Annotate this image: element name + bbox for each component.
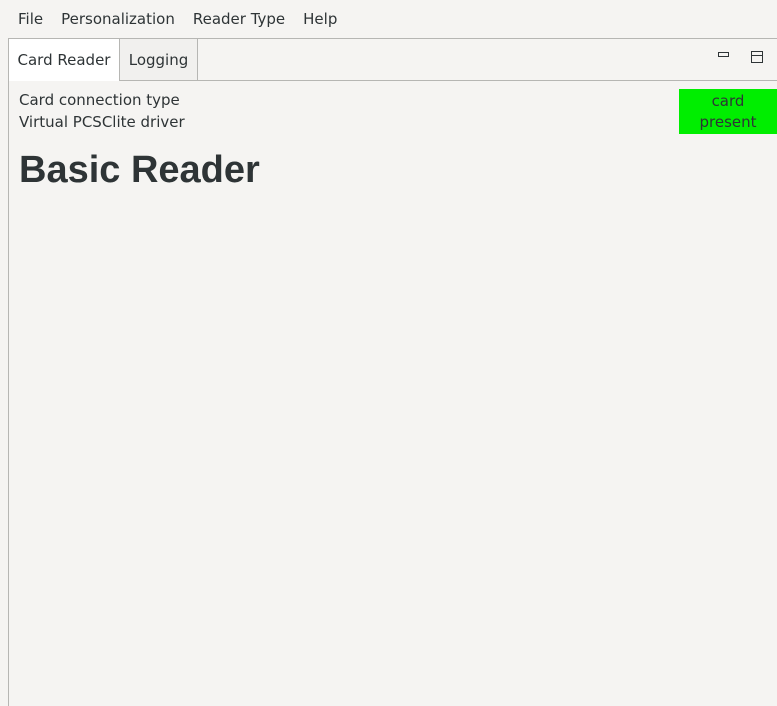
menu-reader-type[interactable]: Reader Type: [185, 0, 295, 38]
page-title: Basic Reader: [19, 149, 260, 191]
tab-card-reader[interactable]: Card Reader: [8, 39, 120, 81]
menu-bar: File Personalization Reader Type Help: [0, 0, 777, 38]
menu-help[interactable]: Help: [295, 0, 347, 38]
menu-file[interactable]: File: [10, 0, 53, 38]
card-status-line1: card: [711, 92, 745, 110]
tab-bar: Card Reader Logging: [8, 38, 777, 81]
tab-card-reader-label: Card Reader: [17, 51, 111, 69]
driver-label: Virtual PCSClite driver: [19, 113, 185, 131]
card-status-line2: present: [699, 113, 757, 131]
minimize-icon: [717, 51, 729, 57]
card-status-badge: card present: [679, 89, 777, 134]
menu-personalization[interactable]: Personalization: [53, 0, 185, 38]
float-icon: [751, 51, 763, 63]
dock-minimize-button[interactable]: [715, 49, 731, 65]
tab-logging-label: Logging: [128, 50, 189, 69]
connection-type-label: Card connection type: [19, 91, 180, 109]
card-reader-panel: Card connection type Virtual PCSClite dr…: [8, 81, 777, 706]
dock-float-button[interactable]: [749, 49, 765, 65]
tab-logging[interactable]: Logging: [120, 39, 198, 80]
